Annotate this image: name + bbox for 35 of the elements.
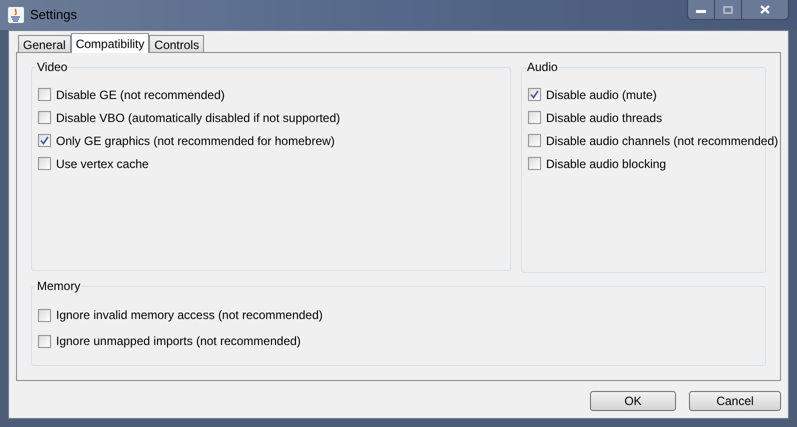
checkbox[interactable]: [528, 88, 541, 101]
option-label: Disable audio channels (not recommended): [546, 132, 778, 150]
checkbox[interactable]: [528, 111, 541, 124]
checkbox[interactable]: [38, 111, 51, 124]
checkbox[interactable]: [528, 134, 541, 147]
option-label: Use vertex cache: [56, 156, 149, 172]
maximize-button[interactable]: [715, 0, 742, 19]
maximize-icon: [723, 6, 733, 14]
java-icon: [8, 7, 24, 23]
checkmark-icon: [40, 136, 49, 145]
window-title: Settings: [30, 6, 77, 24]
tab[interactable]: Compatibility: [70, 33, 150, 53]
dialog-button[interactable]: Cancel: [689, 391, 781, 411]
option-label: Disable audio (mute): [546, 86, 657, 104]
option-label: Ignore unmapped imports (not recommended): [56, 333, 301, 350]
close-button[interactable]: [742, 0, 788, 19]
checkbox[interactable]: [528, 157, 541, 170]
checkbox[interactable]: [38, 134, 51, 147]
tab[interactable]: Controls: [149, 35, 204, 52]
minimize-button[interactable]: [688, 0, 715, 19]
checkbox[interactable]: [38, 308, 51, 322]
option-label: Only GE graphics (not recommended for homebrew): [56, 132, 335, 150]
checkbox[interactable]: [38, 334, 51, 348]
checkbox[interactable]: [38, 88, 51, 101]
minimize-icon: [696, 10, 706, 13]
dialog-button[interactable]: OK: [590, 391, 676, 411]
checkmark-icon: [530, 90, 539, 99]
option-label: Ignore invalid memory access (not recommended): [56, 307, 323, 324]
option-label: Disable audio threads: [546, 110, 662, 126]
checkbox[interactable]: [38, 157, 51, 170]
option-label: Disable VBO (automatically disabled if not supported): [56, 110, 340, 126]
option-label: Disable GE (not recommended): [56, 86, 225, 104]
close-icon: [760, 5, 770, 14]
option-label: Disable audio blocking: [546, 156, 666, 172]
tab[interactable]: General: [18, 35, 71, 52]
